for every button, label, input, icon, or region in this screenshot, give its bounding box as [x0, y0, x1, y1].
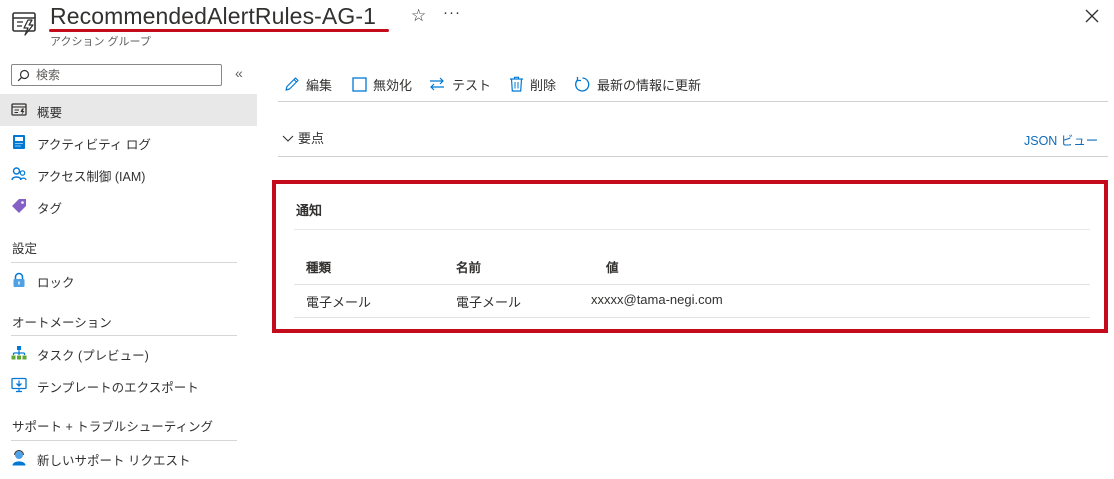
sidebar-item-label: アクセス制御 (IAM)	[37, 170, 146, 184]
resource-menu-sidebar: « 概要 アクティビティ ログ アクセス制御 (IAM)	[0, 60, 257, 479]
page-subtitle: アクション グループ	[50, 36, 151, 48]
refresh-button[interactable]: 最新の情報に更新	[574, 70, 701, 98]
section-divider	[11, 440, 237, 441]
activity-log-icon	[13, 135, 25, 149]
column-header-type: 種類	[306, 261, 332, 275]
close-icon[interactable]	[1082, 6, 1102, 26]
delete-button-label: 削除	[530, 77, 557, 93]
table-row-divider	[294, 317, 1090, 318]
tasks-icon	[11, 346, 27, 360]
essentials-toggle[interactable]: 要点	[282, 128, 324, 147]
test-button[interactable]: テスト	[428, 70, 491, 98]
section-divider	[294, 229, 1090, 230]
disable-button[interactable]: 無効化	[352, 70, 412, 98]
title-highlight-underline	[49, 29, 389, 32]
sidebar-item-tags[interactable]: タグ	[0, 190, 257, 222]
header-row-divider	[294, 284, 1090, 285]
page-title: RecommendedAlertRules-AG-1	[50, 3, 377, 29]
section-divider	[11, 335, 237, 336]
table-cell-type: 電子メール	[306, 295, 372, 310]
table-cell-name: 電子メール	[456, 295, 522, 310]
section-title-support: サポート + トラブルシューティング	[12, 420, 213, 434]
sidebar-item-label: テンプレートのエクスポート	[37, 381, 199, 395]
table-cell-value: xxxxx@tama-negi.com	[591, 292, 723, 307]
column-header-name: 名前	[456, 261, 482, 275]
column-header-value: 値	[606, 261, 619, 275]
test-button-label: テスト	[452, 77, 492, 93]
essentials-label: 要点	[298, 131, 325, 146]
section-title-settings: 設定	[12, 242, 38, 256]
section-divider	[11, 262, 237, 263]
action-group-icon	[12, 12, 36, 36]
export-template-icon	[11, 377, 27, 393]
sidebar-item-label: ロック	[37, 276, 75, 290]
checkbox-square-icon	[352, 76, 367, 92]
disable-button-label: 無効化	[373, 77, 413, 93]
sidebar-item-new-support-request[interactable]: 新しいサポート リクエスト	[0, 442, 257, 474]
collapse-sidebar-icon[interactable]: «	[235, 65, 243, 81]
essentials-divider	[278, 156, 1108, 157]
json-view-link[interactable]: JSON ビュー	[1024, 130, 1098, 149]
blade-header: RecommendedAlertRules-AG-1 アクション グループ ☆ …	[0, 0, 1114, 56]
notifications-section: 通知 種類 名前 値 電子メール 電子メール xxxxx@tama-negi.c…	[272, 180, 1108, 333]
sidebar-item-access-control[interactable]: アクセス制御 (IAM)	[0, 158, 257, 190]
more-options-icon[interactable]: ···	[443, 4, 461, 21]
sidebar-item-label: タグ	[37, 202, 63, 216]
lock-icon	[13, 272, 25, 287]
sidebar-item-activity-log[interactable]: アクティビティ ログ	[0, 126, 257, 158]
favorite-star-icon[interactable]: ☆	[411, 6, 426, 26]
refresh-button-label: 最新の情報に更新	[597, 77, 702, 93]
sidebar-item-locks[interactable]: ロック	[0, 264, 257, 296]
sidebar-item-export-template[interactable]: テンプレートのエクスポート	[0, 369, 257, 401]
sidebar-item-label: 新しいサポート リクエスト	[37, 454, 191, 468]
access-control-icon	[11, 167, 27, 181]
toolbar-divider	[278, 101, 1108, 102]
search-field[interactable]	[11, 64, 222, 86]
section-title-automation: オートメーション	[12, 316, 112, 330]
sidebar-item-label: 概要	[37, 106, 63, 120]
sidebar-item-overview[interactable]: 概要	[0, 94, 257, 126]
refresh-icon	[575, 76, 590, 92]
notifications-title: 通知	[296, 203, 323, 218]
edit-button-label: 編集	[306, 77, 333, 93]
overview-icon	[11, 103, 27, 116]
delete-button[interactable]: 削除	[509, 70, 556, 98]
search-icon	[17, 69, 30, 82]
edit-button[interactable]: 編集	[284, 70, 332, 98]
swap-arrows-icon	[430, 77, 444, 91]
tag-icon	[12, 199, 26, 213]
pencil-icon	[285, 77, 299, 91]
sidebar-item-label: アクティビティ ログ	[37, 138, 151, 152]
support-request-icon	[12, 450, 26, 466]
trash-icon	[510, 76, 523, 92]
search-input[interactable]	[36, 66, 216, 84]
sidebar-item-tasks[interactable]: タスク (プレビュー)	[0, 337, 257, 369]
sidebar-item-label: タスク (プレビュー)	[37, 349, 149, 363]
chevron-down-icon	[282, 135, 294, 142]
